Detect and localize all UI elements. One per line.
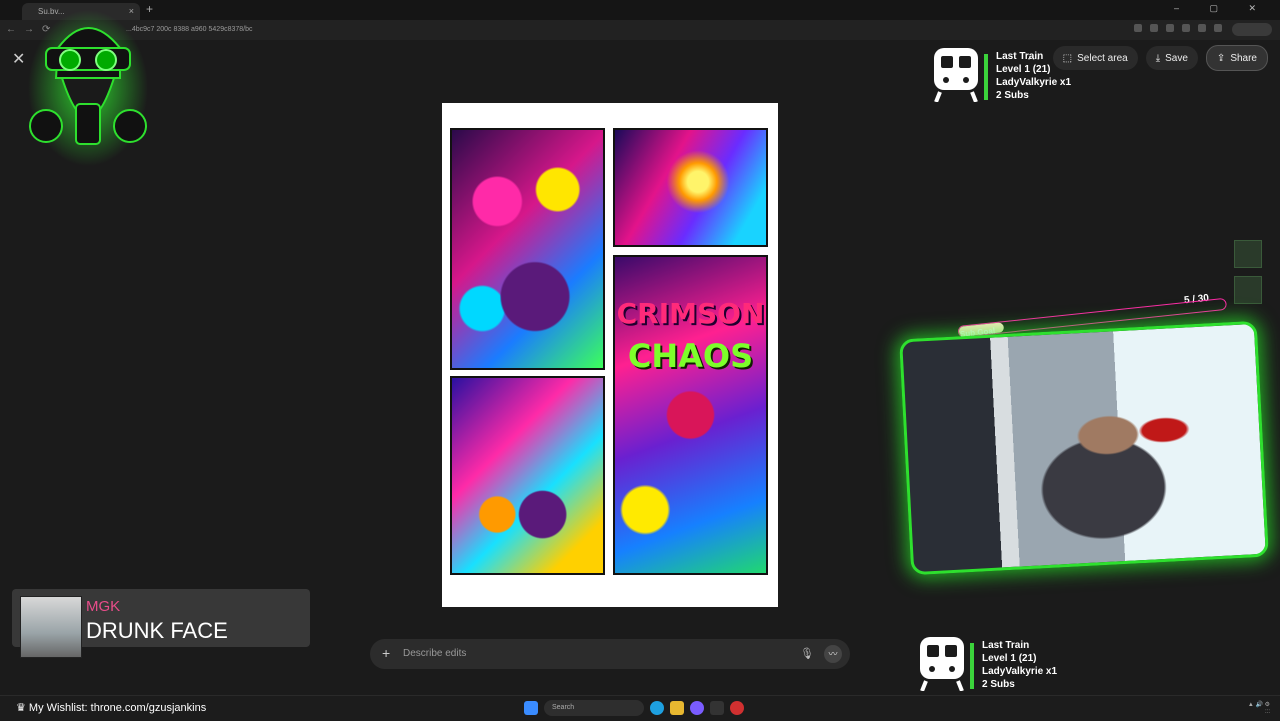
system-tray[interactable]: ▲ 🔊 ⚙::: (1248, 702, 1270, 716)
art-panel-burst (613, 128, 768, 247)
taskbar-apps: Search (524, 700, 744, 716)
train-accent-bar (984, 54, 988, 100)
close-icon[interactable]: ✕ (12, 49, 25, 69)
train-subs: 2 Subs (982, 679, 1015, 690)
album-art (20, 596, 82, 658)
address-bar: ←→⟳ ...4bc9c7 200c 8388 a960 5429c8378/b… (0, 20, 1280, 40)
wishlist-text: ♛ My Wishlist: throne.com/gzusjankins (16, 702, 207, 714)
app-icon[interactable] (730, 701, 744, 715)
train-level: Level 1 (21) (982, 653, 1037, 664)
train-title: Last Train (982, 640, 1030, 651)
train-contributor: LadyValkyrie x1 (982, 666, 1058, 677)
edge-icon[interactable] (650, 701, 664, 715)
app-icon[interactable] (710, 701, 724, 715)
train-icon (920, 637, 964, 691)
describe-edits-input[interactable]: Describe edits (403, 648, 466, 659)
share-label: Share (1230, 52, 1257, 64)
train-contributor: LadyValkyrie x1 (996, 77, 1072, 88)
webcam-feed (899, 320, 1269, 576)
taskbar-search[interactable]: Search (544, 700, 644, 716)
art-title-line1: CRIMSON (616, 297, 765, 330)
last-train-widget: Last Train Level 1 (21) LadyValkyrie x1 … (918, 637, 1098, 693)
add-icon[interactable]: + (382, 645, 390, 661)
now-playing-artist: MGK (86, 598, 121, 615)
share-button[interactable]: ⇪ Share (1205, 45, 1268, 71)
generated-image[interactable]: CRIMSON CHAOS (442, 103, 778, 607)
profile-avatar[interactable] (1232, 23, 1272, 36)
app-icon[interactable] (690, 701, 704, 715)
extension-icon[interactable] (1198, 24, 1206, 32)
voice-mode-icon[interactable]: 〰 (824, 645, 842, 663)
extension-icon[interactable] (1182, 24, 1190, 32)
extension-icon[interactable] (1150, 24, 1158, 32)
now-playing-card: MGK DRUNK FACE (12, 589, 310, 658)
thumbnail[interactable] (1234, 276, 1262, 304)
art-title-line2: CHAOS (627, 337, 754, 375)
share-icon: ⇪ (1216, 52, 1226, 64)
now-playing-song: DRUNK FACE (86, 618, 228, 643)
train-level: Level 1 (21) (996, 64, 1051, 75)
wishlist-link: My Wishlist: throne.com/gzusjankins (28, 702, 207, 714)
train-title: Last Train (996, 51, 1044, 62)
image-thumbnail-strip (1234, 240, 1262, 312)
save-button[interactable]: ⤓ Save (1145, 46, 1198, 70)
art-panel-crimson-chaos: CRIMSON CHAOS (613, 255, 768, 575)
art-panel-cherry (450, 128, 605, 370)
extension-icon[interactable] (1214, 24, 1222, 32)
taskbar: ♛ My Wishlist: throne.com/gzusjankins Se… (0, 695, 1280, 721)
start-icon[interactable] (524, 701, 538, 715)
window-controls[interactable]: – ▢ ✕ (1174, 3, 1270, 14)
art-panel-cherry-cans (450, 376, 605, 575)
save-label: Save (1165, 52, 1188, 64)
gas-mask-skull-logo (28, 10, 148, 166)
train-subs: 2 Subs (996, 90, 1029, 101)
thumbnail[interactable] (1234, 240, 1262, 268)
extension-icon[interactable] (1166, 24, 1174, 32)
folder-icon[interactable] (670, 701, 684, 715)
download-icon: ⤓ (1155, 52, 1161, 64)
browser-tabstrip: Su.bv... × + – ▢ ✕ (0, 0, 1280, 20)
last-train-widget: Last Train Level 1 (21) LadyValkyrie x1 … (932, 48, 1112, 104)
extension-icons (1134, 24, 1222, 32)
train-accent-bar (970, 643, 974, 689)
extension-icon[interactable] (1134, 24, 1142, 32)
train-icon (934, 48, 978, 102)
microphone-icon[interactable]: 🎙 (800, 647, 814, 660)
describe-edits-bar: + Describe edits 🎙 〰 (370, 639, 850, 669)
